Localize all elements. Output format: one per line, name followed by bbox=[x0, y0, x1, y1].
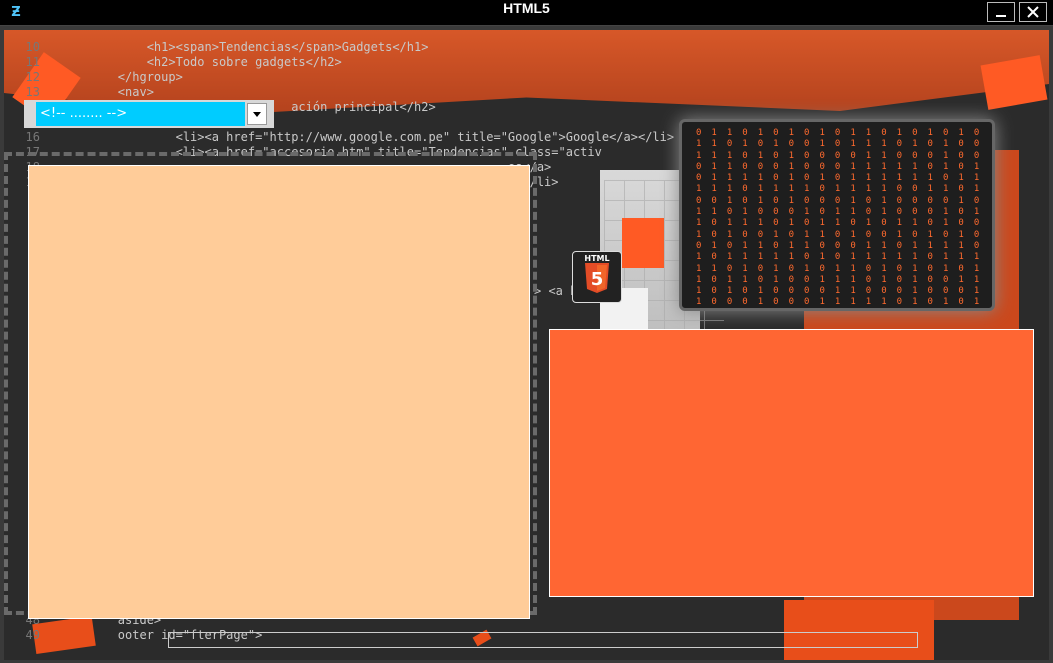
code-line-number: 12 bbox=[25, 70, 40, 84]
title-bar[interactable]: Ƶ HTML5 bbox=[0, 0, 1053, 26]
code-line: 10 <h1><span>Tendencias</span>Gadgets</h… bbox=[4, 40, 684, 55]
code-line-text: <h1><span>Tendencias</span>Gadgets</h1> bbox=[60, 40, 429, 54]
code-line: 13 <nav> bbox=[4, 85, 684, 100]
html5-logo-glyph: 5 bbox=[591, 269, 604, 290]
code-line-text: <h2>Todo sobre gadgets</h2> bbox=[60, 55, 342, 69]
code-line-text: <li><a href="http://www.google.com.pe" t… bbox=[60, 130, 675, 144]
html5-logo-label: HTML bbox=[584, 254, 610, 263]
code-line: 12 </hgroup> bbox=[4, 70, 684, 85]
close-icon bbox=[1027, 6, 1039, 18]
background-shard bbox=[622, 218, 664, 268]
chevron-down-icon[interactable] bbox=[247, 103, 267, 125]
code-line: 16 <li><a href="http://www.google.com.pe… bbox=[4, 130, 684, 145]
code-line-number: 13 bbox=[25, 85, 40, 99]
close-button[interactable] bbox=[1019, 2, 1047, 22]
code-line-number: 49 bbox=[25, 628, 40, 642]
binary-code-panel: 0 1 1 0 1 0 1 0 1 0 1 1 0 1 0 1 0 1 0 1 … bbox=[679, 119, 995, 311]
orange-content-panel[interactable] bbox=[549, 329, 1034, 597]
window-title: HTML5 bbox=[503, 0, 550, 16]
code-line-number: 10 bbox=[25, 40, 40, 54]
binary-digits: 0 1 1 0 1 0 1 0 1 0 1 1 0 1 0 1 0 1 0 1 … bbox=[696, 128, 982, 308]
code-line: 11 <h2>Todo sobre gadgets</h2> bbox=[4, 55, 684, 70]
peach-content-panel[interactable] bbox=[28, 165, 530, 619]
comment-dropdown[interactable]: <!-- ........ --> bbox=[24, 100, 274, 128]
background-shard bbox=[784, 600, 934, 660]
app-window: Ƶ HTML5 10 <h1><span>Tendencias</span>Ga… bbox=[0, 0, 1053, 663]
html5-shield-icon: 5 bbox=[585, 263, 609, 293]
content-stage: 10 <h1><span>Tendencias</span>Gadgets</h… bbox=[4, 30, 1049, 660]
code-line-number: 11 bbox=[25, 55, 40, 69]
footer-input-field[interactable] bbox=[168, 632, 918, 648]
comment-dropdown-value[interactable]: <!-- ........ --> bbox=[36, 102, 245, 126]
code-line-text: <nav> bbox=[60, 85, 154, 99]
background-shard bbox=[980, 55, 1048, 110]
minimize-button[interactable] bbox=[987, 2, 1015, 22]
code-line-number: 16 bbox=[25, 130, 40, 144]
code-line-text: </hgroup> bbox=[60, 70, 183, 84]
html5-logo-badge[interactable]: HTML 5 bbox=[572, 251, 622, 303]
